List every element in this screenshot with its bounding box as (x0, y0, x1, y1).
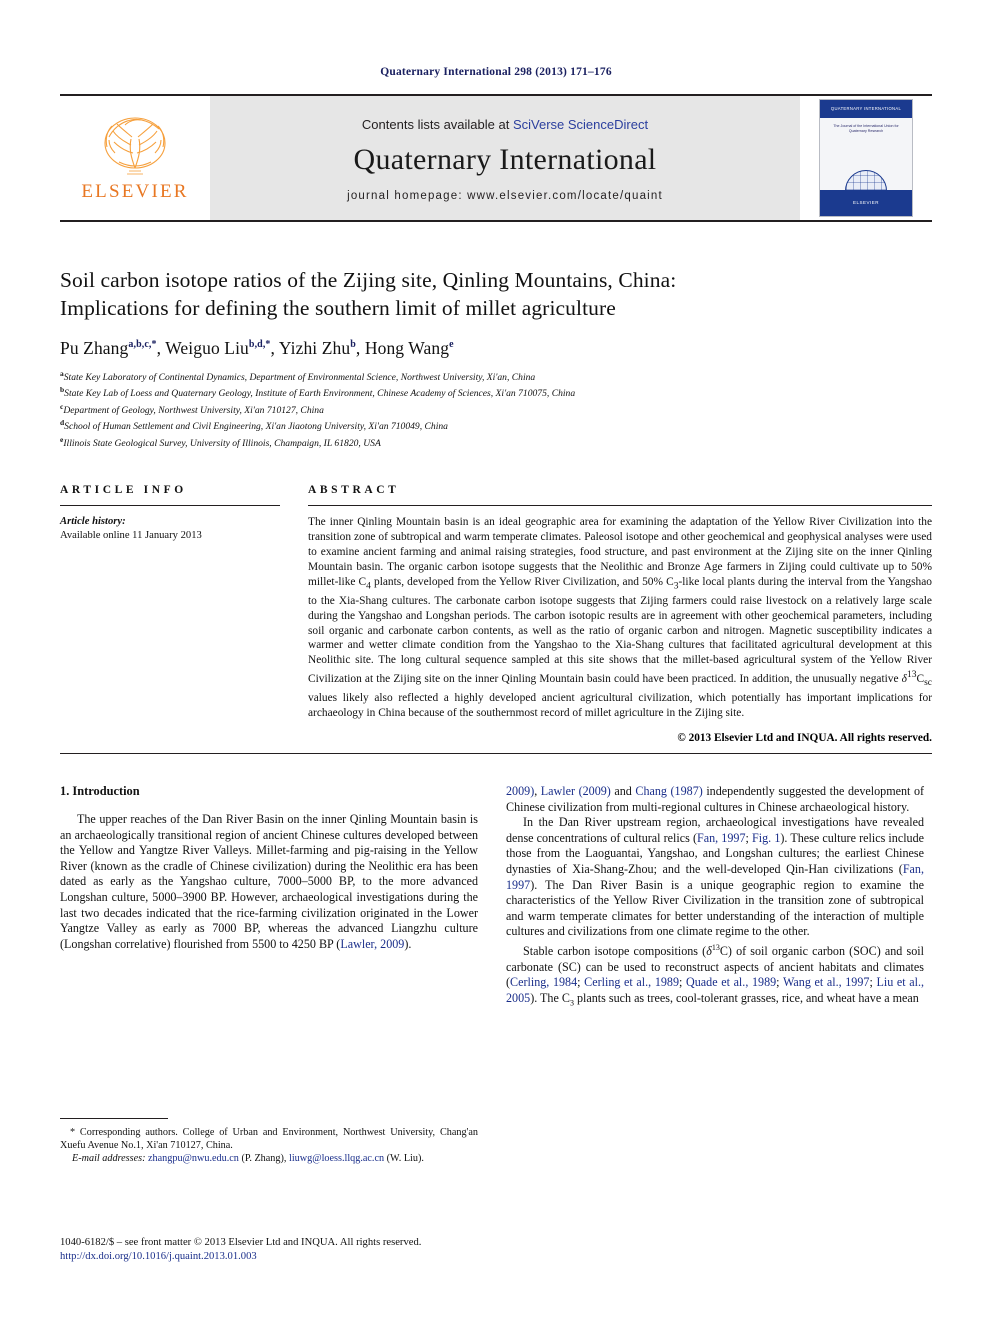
author-marks: e (449, 339, 454, 351)
cover-middle: The Journal of the International Union f… (820, 118, 912, 212)
journal-title: Quaternary International (353, 142, 657, 176)
citation-year[interactable]: 2009) (506, 784, 534, 798)
email-label: E-mail addresses: (72, 1153, 146, 1165)
divider (308, 504, 932, 506)
footnote-rule (60, 1118, 168, 1119)
title-block: Soil carbon isotope ratios of the Zijing… (60, 266, 932, 450)
body-column-left: 1. Introduction The upper reaches of the… (60, 784, 478, 1011)
section-divider (60, 753, 932, 755)
author-name: Yizhi Zhu (278, 338, 351, 358)
conjunction: and (610, 784, 636, 799)
footnote-block: * Corresponding authors. College of Urba… (60, 1118, 478, 1165)
email-owner-1: (P. Zhang), (238, 1153, 289, 1165)
colophon-block: 1040-6182/$ – see front matter © 2013 El… (60, 1236, 530, 1264)
affiliation-text: Department of Geology, Northwest Univers… (63, 404, 324, 416)
elsevier-logo-block: ELSEVIER (60, 96, 210, 220)
affiliation-list: aState Key Laboratory of Continental Dyn… (60, 368, 932, 450)
abstract-label: ABSTRACT (308, 483, 400, 496)
sep: ; (679, 975, 687, 990)
affiliation-item: bState Key Lab of Loess and Quaternary G… (60, 384, 932, 400)
journal-cover-thumbnail[interactable]: QUATERNARY INTERNATIONAL The Journal of … (819, 99, 913, 217)
article-history: Article history: Available online 11 Jan… (60, 515, 280, 542)
journal-cover-block: QUATERNARY INTERNATIONAL The Journal of … (800, 96, 932, 220)
affiliation-text: School of Human Settlement and Civil Eng… (64, 421, 448, 433)
running-head: Quaternary International 298 (2013) 171–… (380, 66, 612, 78)
intro-p1-tail: ). (404, 936, 412, 951)
contents-prefix: Contents lists available at (361, 116, 513, 132)
affiliation-text: State Key Lab of Loess and Quaternary Ge… (64, 388, 576, 400)
citation-link[interactable]: Lawler, 2009 (340, 937, 404, 951)
author-marks: b,d,* (248, 339, 271, 351)
affiliation-item: cDepartment of Geology, Northwest Univer… (60, 401, 932, 417)
title-line-2: Implications for defining the southern l… (60, 296, 616, 320)
citation-link[interactable]: Chang (1987) (635, 784, 702, 798)
email-link-2[interactable]: liuwg@loess.llqg.ac.cn (289, 1153, 384, 1164)
intro-paragraph-2: 2009), Lawler (2009) and Chang (1987) in… (506, 784, 925, 814)
article-page: Quaternary International 298 (2013) 171–… (0, 0, 992, 1323)
sep: ; (776, 975, 783, 990)
article-history-label: Article history: (60, 515, 126, 527)
contents-available-line: Contents lists available at SciVerse Sci… (362, 117, 648, 132)
author-marks: b (350, 339, 356, 351)
issn-line: 1040-6182/$ – see front matter © 2013 El… (60, 1237, 422, 1248)
abstract-copyright: © 2013 Elsevier Ltd and INQUA. All right… (677, 732, 932, 745)
divider (60, 504, 280, 506)
affiliation-text: State Key Laboratory of Continental Dyna… (63, 372, 536, 384)
author-name: Hong Wang (364, 338, 450, 358)
elsevier-wordmark: ELSEVIER (81, 181, 189, 202)
article-info-column: ARTICLE INFO Article history: Available … (60, 484, 308, 542)
affiliation-text: Illinois State Geological Survey, Univer… (63, 437, 381, 449)
doi-link[interactable]: http://dx.doi.org/10.1016/j.quaint.2013.… (60, 1250, 530, 1264)
email-link-1[interactable]: zhangpu@nwu.edu.cn (148, 1153, 239, 1164)
section-heading-introduction: 1. Introduction (60, 784, 140, 799)
cover-top-banner: QUATERNARY INTERNATIONAL (820, 100, 912, 118)
masthead-center: Contents lists available at SciVerse Sci… (210, 96, 800, 220)
article-history-value: Available online 11 January 2013 (60, 529, 202, 541)
affiliation-item: aState Key Laboratory of Continental Dyn… (60, 368, 932, 384)
article-info-label: ARTICLE INFO (60, 483, 187, 496)
cover-brand: ELSEVIER (852, 200, 879, 205)
cover-subtitle: The Journal of the International Union f… (833, 124, 899, 133)
author-name: Pu Zhang (60, 338, 129, 358)
abstract-column: ABSTRACT The inner Qinling Mountain basi… (308, 484, 932, 744)
affiliation-item: dSchool of Human Settlement and Civil En… (60, 417, 932, 433)
cover-bottom-band: ELSEVIER (820, 190, 912, 216)
citation-link[interactable]: Quade et al., 1989 (686, 975, 776, 989)
author-list: Pu Zhanga,b,c,*, Weiguo Liub,d,*, Yizhi … (60, 338, 454, 358)
corresponding-author-note: * Corresponding authors. College of Urba… (60, 1126, 478, 1152)
author-marks: a,b,c,* (128, 339, 157, 351)
intro-p4-b: ). The C3 plants such as trees, cool-tol… (530, 990, 919, 1008)
sciencedirect-link[interactable]: SciVerse ScienceDirect (513, 117, 648, 132)
body-columns: 1. Introduction The upper reaches of the… (60, 784, 932, 1011)
info-abstract-section: ARTICLE INFO Article history: Available … (60, 484, 932, 744)
affiliation-item: eIllinois State Geological Survey, Unive… (60, 434, 932, 450)
journal-masthead: ELSEVIER Contents lists available at Sci… (60, 94, 932, 222)
intro-paragraph-3: In the Dan River upstream region, archae… (506, 815, 924, 940)
body-column-right: 2009), Lawler (2009) and Chang (1987) in… (506, 784, 924, 1011)
email-note: E-mail addresses: zhangpu@nwu.edu.cn (P.… (60, 1152, 478, 1165)
author-name: Weiguo Liu (165, 338, 249, 358)
citation-link[interactable]: Cerling, 1984 (510, 975, 577, 989)
figure-link[interactable]: Fig. 1 (752, 831, 780, 845)
journal-homepage[interactable]: journal homepage: www.elsevier.com/locat… (347, 190, 663, 202)
intro-paragraph-4: Stable carbon isotope compositions (δ13C… (506, 940, 924, 1011)
title-line-1: Soil carbon isotope ratios of the Zijing… (60, 268, 677, 292)
citation-link[interactable]: Lawler (2009) (541, 784, 611, 798)
corresponding-text: * Corresponding authors. College of Urba… (60, 1127, 478, 1152)
citation-link[interactable]: Fan, 1997 (697, 831, 746, 845)
citation-link[interactable]: Wang et al., 1997 (783, 975, 870, 989)
citation-link[interactable]: Cerling et al., 1989 (584, 975, 679, 989)
email-owner-2: (W. Liu). (384, 1153, 424, 1165)
intro-p3-d: ). The Dan River Basin is a unique geogr… (506, 877, 924, 939)
intro-paragraph-1: The upper reaches of the Dan River Basin… (60, 812, 478, 952)
abstract-text: The inner Qinling Mountain basin is an i… (308, 515, 932, 720)
page-title: Soil carbon isotope ratios of the Zijing… (60, 266, 932, 322)
intro-p1-text: The upper reaches of the Dan River Basin… (60, 812, 478, 951)
